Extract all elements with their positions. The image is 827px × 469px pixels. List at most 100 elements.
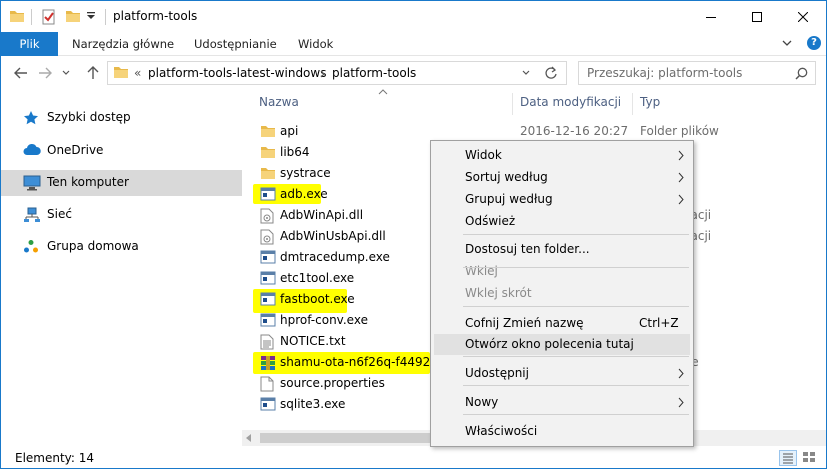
nav-item-quick-access[interactable]: Szybki dostęp <box>1 105 242 131</box>
folder-icon <box>260 166 276 180</box>
menu-item[interactable]: Sortuj według <box>434 167 690 188</box>
menu-item[interactable]: Otwórz okno polecenia tutaj <box>434 334 690 355</box>
menu-item-label: Cofnij Zmień nazwę <box>465 316 584 330</box>
address-bar[interactable]: « platform-tools-latest-windows platform… <box>107 61 567 85</box>
maximize-button[interactable] <box>734 1 780 32</box>
close-icon <box>798 11 808 22</box>
file-name: etc1tool.exe <box>280 271 355 285</box>
menu-item-label: Grupuj według <box>465 192 553 206</box>
tab-home[interactable]: Narzędzia główne <box>72 32 174 56</box>
ribbon-expand-icon[interactable] <box>782 39 792 47</box>
menu-item-label: Właściwości <box>465 424 538 438</box>
help-icon[interactable]: ? <box>807 36 821 50</box>
details-view-button[interactable] <box>779 450 797 466</box>
minimize-button[interactable] <box>688 1 734 32</box>
folder-icon <box>113 65 129 79</box>
column-header-name[interactable]: Nazwa <box>259 95 299 109</box>
address-dropdown-icon[interactable] <box>522 70 530 76</box>
title-separator <box>31 9 32 25</box>
column-divider[interactable] <box>632 93 633 115</box>
large-icons-view-button[interactable] <box>801 450 819 466</box>
explorer-window: platform-tools Plik Narzędzia główne Udo… <box>0 0 827 469</box>
scroll-left-icon[interactable] <box>246 434 252 442</box>
navigation-bar: « platform-tools-latest-windows platform… <box>1 58 826 88</box>
forward-arrow-icon <box>39 67 52 79</box>
search-icon[interactable] <box>795 67 808 80</box>
exe-icon <box>260 292 276 306</box>
menu-item[interactable]: Odśwież <box>434 211 690 232</box>
column-divider[interactable] <box>512 93 513 115</box>
cloud-icon <box>23 143 41 157</box>
nav-item-onedrive[interactable]: OneDrive <box>1 138 242 164</box>
menu-item[interactable]: Dostosuj ten folder... <box>434 239 690 260</box>
maximize-icon <box>752 11 762 22</box>
ribbon-tabs: Plik Narzędzia główne Udostępnianie Wido… <box>1 32 826 56</box>
file-name: AdbWinUsbApi.dll <box>280 229 386 243</box>
recent-locations-button[interactable] <box>59 62 73 84</box>
breadcrumb-segment[interactable]: platform-tools <box>332 66 416 80</box>
folder-icon <box>9 9 25 23</box>
breadcrumb-segment[interactable]: platform-tools-latest-windows <box>148 66 326 80</box>
menu-separator <box>463 267 689 268</box>
up-arrow-icon <box>87 66 99 79</box>
menu-item-shortcut: Ctrl+Z <box>639 316 679 330</box>
new-folder-icon[interactable] <box>65 9 81 23</box>
nav-item-network[interactable]: Sieć <box>1 202 242 228</box>
submenu-chevron-icon <box>678 397 684 408</box>
nav-item-label: Ten komputer <box>47 175 129 189</box>
submenu-chevron-icon <box>678 368 684 379</box>
address-overflow[interactable]: « <box>134 66 141 80</box>
menu-item[interactable]: Udostępnij <box>434 363 690 384</box>
dll-icon <box>260 208 274 224</box>
item-count: Elementy: 14 <box>15 451 95 465</box>
file-name: source.properties <box>280 376 385 390</box>
dll-icon <box>260 229 274 245</box>
menu-item[interactable]: Grupuj według <box>434 189 690 210</box>
details-view-icon <box>783 453 793 464</box>
nav-item-this-pc[interactable]: Ten komputer <box>1 170 242 196</box>
menu-item-label: Udostępnij <box>465 366 529 380</box>
menu-item: Wklej <box>434 261 690 282</box>
folder-icon <box>260 124 276 138</box>
file-name: AdbWinApi.dll <box>280 208 364 222</box>
tab-file[interactable]: Plik <box>1 32 58 56</box>
file-name: systrace <box>280 166 331 180</box>
star-icon <box>23 110 39 126</box>
file-name: hprof-conv.exe <box>280 313 368 327</box>
file-icon <box>260 376 274 392</box>
tab-view[interactable]: Widok <box>298 32 333 56</box>
customize-toolbar-dropdown-icon[interactable] <box>87 12 95 20</box>
properties-icon[interactable] <box>41 9 57 25</box>
menu-item[interactable]: Właściwości <box>434 421 690 442</box>
exe-icon <box>260 250 276 264</box>
forward-button[interactable] <box>35 62 55 84</box>
submenu-chevron-icon <box>678 172 684 183</box>
menu-item[interactable]: Cofnij Zmień nazwę Ctrl+Z <box>434 313 690 334</box>
file-name: shamu-ota-n6f26q-f4492864 <box>280 355 454 369</box>
column-header-date[interactable]: Data modyfikacji <box>520 95 621 109</box>
up-button[interactable] <box>83 62 103 84</box>
menu-separator <box>463 385 689 386</box>
refresh-icon[interactable] <box>544 66 558 80</box>
column-header-type[interactable]: Typ <box>640 95 660 109</box>
back-button[interactable] <box>11 62 31 84</box>
large-icons-view-icon <box>803 452 815 462</box>
search-box[interactable]: Przeszukaj: platform-tools <box>578 61 816 85</box>
folder-icon <box>260 145 276 159</box>
menu-item-label: Odśwież <box>465 214 516 228</box>
file-row[interactable]: api 2016-12-16 20:27 Folder plików <box>256 121 816 142</box>
nav-item-homegroup[interactable]: Grupa domowa <box>1 234 242 260</box>
minimize-icon <box>706 16 716 18</box>
menu-item[interactable]: Nowy <box>434 392 690 413</box>
menu-separator <box>463 356 689 357</box>
file-name: api <box>280 124 299 138</box>
menu-item[interactable]: Widok <box>434 145 690 166</box>
breadcrumb-chevron-icon[interactable] <box>320 70 326 78</box>
exe-icon <box>260 271 276 285</box>
close-button[interactable] <box>780 1 826 32</box>
nav-item-label: Sieć <box>47 207 72 221</box>
file-date: 2016-12-16 20:27 <box>520 124 629 138</box>
exe-icon <box>260 397 276 411</box>
tab-share[interactable]: Udostępnianie <box>194 32 277 56</box>
menu-separator <box>463 306 689 307</box>
